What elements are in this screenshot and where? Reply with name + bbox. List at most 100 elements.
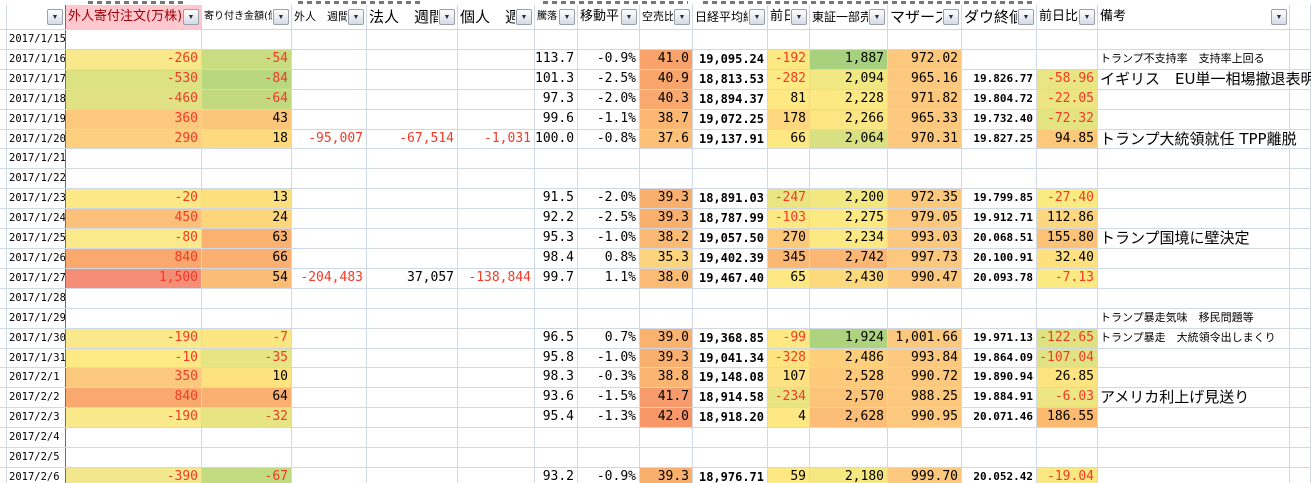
cell-n[interactable]: 19.864.09 — [962, 349, 1037, 368]
cell-h[interactable] — [578, 309, 640, 328]
cell-g[interactable]: 91.5 — [535, 189, 578, 208]
cell-g[interactable] — [535, 309, 578, 328]
filter-dropdown-d[interactable]: ▼ — [348, 9, 364, 25]
cell-l[interactable]: 2,234 — [810, 229, 888, 248]
cell-e[interactable] — [367, 70, 458, 89]
cell-c[interactable]: -32 — [202, 408, 292, 427]
cell-j[interactable] — [693, 448, 768, 467]
cell-k[interactable]: -234 — [768, 388, 810, 407]
cell-l[interactable]: 2,228 — [810, 90, 888, 109]
cell-b[interactable]: -390 — [66, 468, 202, 483]
cell-c[interactable]: 54 — [202, 269, 292, 288]
cell-g[interactable] — [535, 428, 578, 447]
cell-o[interactable]: 94.85 — [1037, 130, 1098, 149]
cell-o[interactable]: -107.04 — [1037, 349, 1098, 368]
cell-j[interactable]: 18,914.58 — [693, 388, 768, 407]
cell-n[interactable]: 19.799.85 — [962, 189, 1037, 208]
cell-d[interactable] — [292, 249, 367, 268]
cell-c[interactable]: 66 — [202, 249, 292, 268]
cell-d[interactable] — [292, 448, 367, 467]
cell-p[interactable] — [1098, 30, 1290, 49]
cell-i[interactable]: 37.6 — [640, 130, 693, 149]
cell-b[interactable]: -530 — [66, 70, 202, 89]
cell-i[interactable]: 40.9 — [640, 70, 693, 89]
cell-q[interactable] — [1290, 388, 1311, 407]
cell-q[interactable] — [1290, 269, 1311, 288]
cell-i[interactable]: 40.3 — [640, 90, 693, 109]
cell-o[interactable]: -122.65 — [1037, 329, 1098, 348]
cell-d[interactable] — [292, 329, 367, 348]
cell-n[interactable]: 19.732.40 — [962, 110, 1037, 129]
cell-h[interactable] — [578, 289, 640, 308]
cell-m[interactable] — [888, 30, 962, 49]
cell-k[interactable] — [768, 428, 810, 447]
filter-dropdown-p[interactable]: ▼ — [1271, 9, 1287, 25]
cell-d[interactable] — [292, 289, 367, 308]
date-cell[interactable]: 2017/1/25 — [7, 229, 66, 248]
cell-q[interactable] — [1290, 408, 1311, 427]
filter-dropdown-m[interactable]: ▼ — [943, 9, 959, 25]
cell-l[interactable]: 2,486 — [810, 349, 888, 368]
cell-j[interactable] — [693, 309, 768, 328]
cell-m[interactable]: 999.70 — [888, 468, 962, 483]
cell-l[interactable] — [810, 448, 888, 467]
cell-k[interactable] — [768, 309, 810, 328]
cell-edge[interactable] — [0, 349, 7, 368]
cell-edge[interactable] — [0, 130, 7, 149]
cell-o[interactable]: 186.55 — [1037, 408, 1098, 427]
cell-l[interactable] — [810, 428, 888, 447]
cell-f[interactable] — [458, 110, 535, 129]
cell-h[interactable]: -1.1% — [578, 110, 640, 129]
cell-e[interactable] — [367, 209, 458, 228]
cell-o[interactable] — [1037, 30, 1098, 49]
cell-g[interactable]: 99.6 — [535, 110, 578, 129]
cell-n[interactable]: 20.093.78 — [962, 269, 1037, 288]
date-cell[interactable]: 2017/1/20 — [7, 130, 66, 149]
cell-e[interactable] — [367, 50, 458, 69]
cell-f[interactable] — [458, 229, 535, 248]
cell-h[interactable] — [578, 169, 640, 188]
cell-n[interactable] — [962, 50, 1037, 69]
cell-m[interactable] — [888, 169, 962, 188]
cell-p[interactable] — [1098, 368, 1290, 387]
cell-q[interactable] — [1290, 169, 1311, 188]
cell-b[interactable]: -260 — [66, 50, 202, 69]
cell-edge[interactable] — [0, 169, 7, 188]
cell-k[interactable]: 65 — [768, 269, 810, 288]
cell-p[interactable] — [1098, 149, 1290, 168]
cell-f[interactable]: -1,031 — [458, 130, 535, 149]
cell-q[interactable] — [1290, 149, 1311, 168]
cell-m[interactable] — [888, 149, 962, 168]
cell-h[interactable] — [578, 448, 640, 467]
cell-b[interactable] — [66, 149, 202, 168]
cell-edge[interactable] — [0, 149, 7, 168]
cell-m[interactable]: 990.95 — [888, 408, 962, 427]
cell-d[interactable] — [292, 30, 367, 49]
cell-l[interactable]: 2,094 — [810, 70, 888, 89]
cell-c[interactable] — [202, 448, 292, 467]
cell-b[interactable] — [66, 169, 202, 188]
cell-i[interactable]: 39.3 — [640, 189, 693, 208]
cell-edge[interactable] — [0, 388, 7, 407]
cell-e[interactable] — [367, 289, 458, 308]
cell-p[interactable]: トランプ国境に壁決定 — [1098, 229, 1290, 248]
cell-i[interactable] — [640, 428, 693, 447]
cell-k[interactable] — [768, 169, 810, 188]
cell-c[interactable]: 63 — [202, 229, 292, 248]
cell-o[interactable] — [1037, 448, 1098, 467]
cell-i[interactable] — [640, 289, 693, 308]
cell-l[interactable]: 2,064 — [810, 130, 888, 149]
date-cell[interactable]: 2017/1/18 — [7, 90, 66, 109]
cell-n[interactable] — [962, 30, 1037, 49]
cell-j[interactable]: 19,148.08 — [693, 368, 768, 387]
cell-i[interactable]: 38.2 — [640, 229, 693, 248]
cell-c[interactable]: 10 — [202, 368, 292, 387]
cell-c[interactable]: -7 — [202, 329, 292, 348]
cell-i[interactable] — [640, 30, 693, 49]
cell-c[interactable]: 43 — [202, 110, 292, 129]
cell-g[interactable] — [535, 289, 578, 308]
cell-h[interactable]: -1.0% — [578, 229, 640, 248]
cell-g[interactable] — [535, 30, 578, 49]
cell-f[interactable] — [458, 209, 535, 228]
cell-p[interactable] — [1098, 468, 1290, 483]
